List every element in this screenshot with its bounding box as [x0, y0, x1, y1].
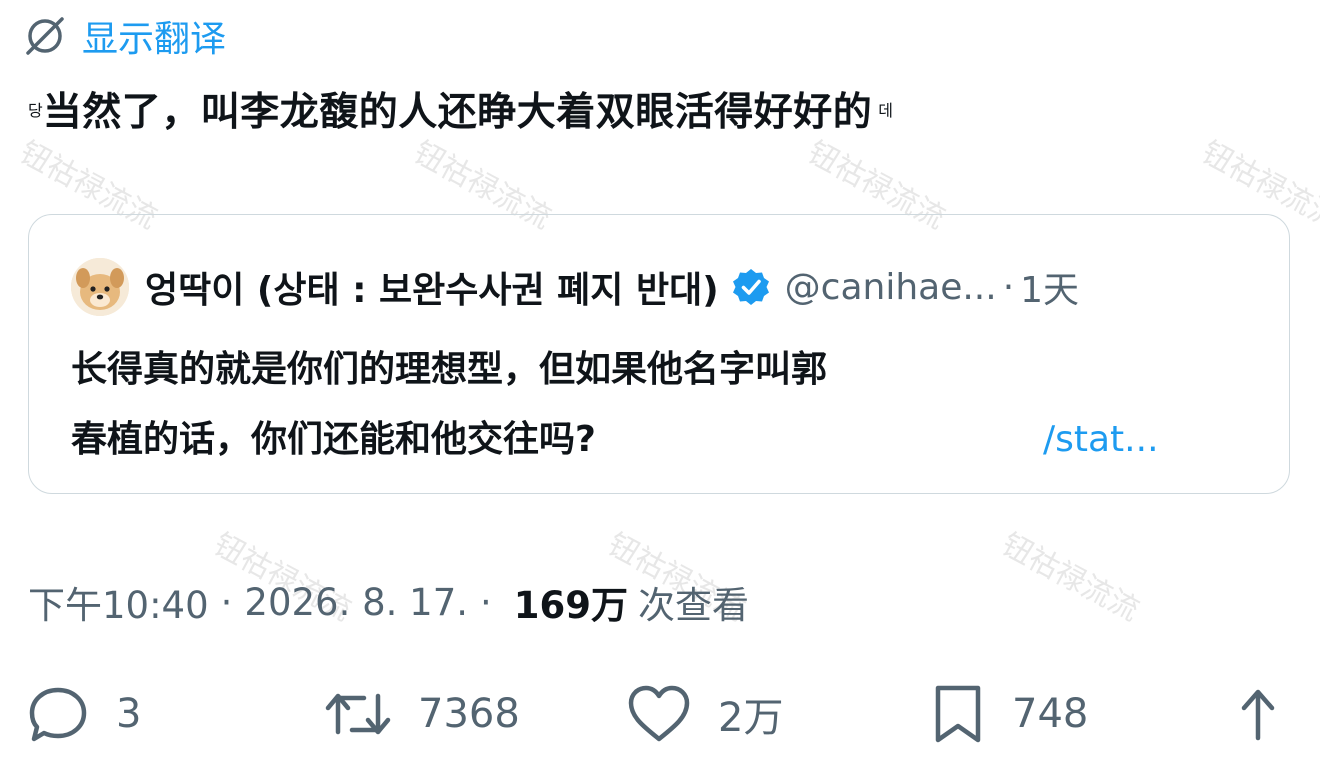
retweet-count: 7368	[418, 691, 520, 737]
tweet-text-main: 当然了，叫李龙馥的人还睁大着双眼活得好好的	[42, 90, 873, 135]
show-translation-link[interactable]: 显示翻译	[24, 10, 226, 62]
share-icon	[1241, 689, 1275, 741]
retweet-button[interactable]: 7368	[324, 676, 520, 752]
bookmark-icon	[935, 685, 981, 743]
watermark: 钮祜禄流流	[995, 527, 1145, 629]
quoted-tweet-header: 엉딱이 (상태 : 보완수사권 폐지 반대) @canihae... · 1天	[71, 257, 1079, 317]
verified-badge-icon	[732, 269, 769, 305]
share-button[interactable]	[1234, 676, 1282, 752]
view-count-label: 次查看	[638, 584, 749, 627]
reply-icon	[29, 687, 87, 742]
tweet-meta: 下午10:40 · 2026. 8. 17. · 169万 次查看	[28, 574, 749, 630]
quoted-tweet-text: 长得真的就是你们的理想型，但如果他名字叫郭 春植的话，你们还能和他交往吗?	[71, 335, 827, 475]
tweet-date[interactable]: 2026. 8. 17.	[244, 581, 468, 624]
like-count: 2万	[718, 695, 784, 741]
separator-dot: ·	[1002, 266, 1015, 308]
quoted-tweet-card[interactable]: 엉딱이 (상태 : 보완수사권 폐지 반대) @canihae... · 1天 …	[28, 214, 1290, 494]
tweet-text: 당 当然了，叫李龙馥的人还睁大着双眼活得好好的 데	[28, 78, 893, 140]
quoted-tweet-time[interactable]: 1天	[1020, 261, 1079, 313]
tweet-time[interactable]: 下午10:40	[28, 575, 209, 629]
dog-avatar-icon	[71, 258, 129, 316]
like-button[interactable]: 2万	[626, 676, 783, 752]
heart-icon	[628, 685, 690, 742]
retweet-icon	[325, 693, 391, 735]
reply-button[interactable]: 3	[26, 676, 141, 752]
tweet-action-bar: 3 7368 2万 748	[0, 676, 1320, 752]
show-translation-label: 显示翻译	[82, 19, 227, 60]
avatar[interactable]	[71, 258, 129, 316]
translate-icon	[24, 15, 66, 57]
tweet-text-right-fragment: 데	[878, 101, 893, 120]
quoted-tweet-link[interactable]: /stat...	[1043, 405, 1159, 475]
separator-dot: ·	[220, 580, 233, 624]
quoted-text-line: 春植的话，你们还能和他交往吗?	[71, 419, 596, 460]
bookmark-count: 748	[1012, 691, 1089, 737]
reply-count: 3	[116, 691, 142, 737]
separator-dot: ·	[480, 580, 492, 624]
quoted-text-line: 长得真的就是你们的理想型，但如果他名字叫郭	[71, 349, 828, 390]
bookmark-button[interactable]: 748	[930, 676, 1088, 752]
tweet-text-left-fragment: 당	[28, 101, 43, 120]
view-count: 169万	[513, 584, 628, 627]
quoted-author-handle[interactable]: @canihae...	[785, 267, 997, 308]
quoted-author-name[interactable]: 엉딱이 (상태 : 보완수사권 폐지 반대)	[145, 261, 719, 313]
